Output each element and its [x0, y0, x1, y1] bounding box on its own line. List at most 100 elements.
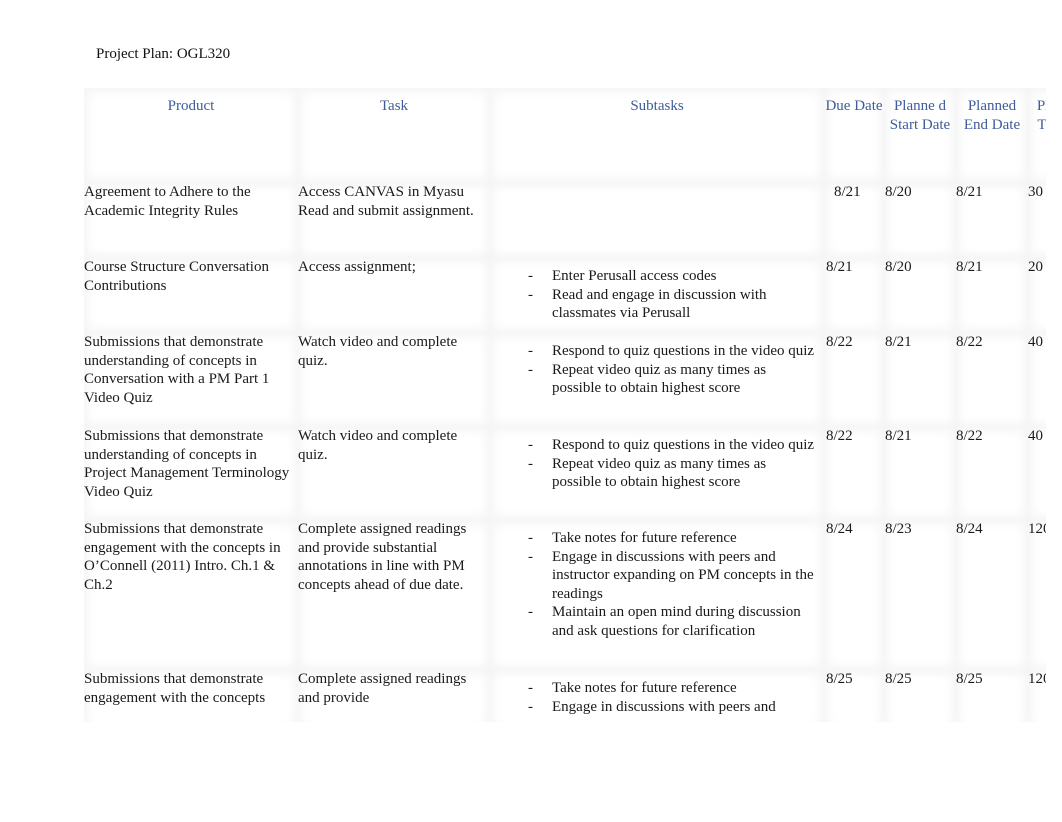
task-line: Read and submit assignment. [298, 202, 474, 219]
dash-bullet-icon: - [528, 455, 533, 472]
product-cell: Agreement to Adhere to the Academic Inte… [84, 183, 298, 258]
task-cell: Watch video and complete quiz. [298, 333, 490, 427]
subtask-list [490, 183, 824, 192]
subtask-item: - Take notes for future reference [490, 529, 818, 548]
product-cell: Submissions that demonstrate understandi… [84, 333, 298, 427]
task-cell: Complete assigned readings and provide s… [298, 520, 490, 670]
subtask-text: Engage in discussions with peers and [552, 698, 776, 715]
header-row: Product Task Subtasks Due Date Planne d … [84, 88, 1046, 183]
header-planned-end-date: Planned End Date [956, 88, 1028, 183]
subtask-text: Take notes for future reference [552, 530, 737, 546]
due-date-cell: 8/25 [824, 670, 884, 722]
planned-time-cell: 120 [1028, 520, 1046, 670]
subtasks-cell: - Take notes for future reference - Engage … [490, 670, 824, 722]
project-plan-table-viewport: Product Task Subtasks Due Date Planne d … [84, 88, 1046, 722]
subtask-item: - Read and engage in discussion with clas… [490, 286, 818, 323]
dash-bullet-icon: - [528, 698, 533, 715]
subtasks-cell [490, 183, 824, 258]
task-line: Complete assigned readings and provide s… [298, 521, 467, 593]
dash-bullet-icon: - [528, 604, 533, 620]
dash-bullet-icon: - [528, 437, 533, 453]
subtask-list: - Respond to quiz questions in the video … [490, 427, 824, 492]
planned-start-cell: 8/25 [884, 670, 956, 722]
dash-bullet-icon: - [528, 548, 533, 565]
subtask-text: Take notes for future reference [552, 680, 737, 696]
dash-bullet-icon: - [528, 361, 533, 378]
subtask-item: - Take notes for future reference [490, 679, 818, 698]
subtask-text: Repeat video quiz as many times as possi… [552, 455, 767, 491]
subtask-text: Read and engage in discussion with class… [552, 286, 767, 322]
dash-bullet-icon: - [528, 268, 533, 284]
due-date-cell: 8/21 [824, 258, 884, 333]
header-product: Product [84, 88, 298, 183]
subtasks-cell: - Respond to quiz questions in the video … [490, 427, 824, 520]
planned-end-cell: 8/24 [956, 520, 1028, 670]
task-line: Watch video and complete quiz. [298, 428, 458, 463]
product-cell: Course Structure Conversation Contributi… [84, 258, 298, 333]
due-date-cell: 8/21 [824, 183, 884, 258]
task-line: Access assignment; [298, 259, 416, 275]
subtask-item: - Engage in discussions with peers and in… [490, 548, 818, 604]
subtask-item: - Repeat video quiz as many times as poss… [490, 361, 818, 398]
subtask-item: - Maintain an open mind during discussion… [490, 603, 818, 640]
due-date-cell: 8/22 [824, 333, 884, 427]
subtask-list: - Enter Perusall access codes - Read and en… [490, 258, 824, 323]
planned-time-cell: 30 [1028, 183, 1046, 258]
table-row: Submissions that demonstrate engagement … [84, 670, 1046, 722]
planned-start-cell: 8/20 [884, 258, 956, 333]
task-cell: Access CANVAS in Myasu Read and submit as… [298, 183, 490, 258]
task-line: Access CANVAS in Myasu [298, 184, 464, 200]
dash-bullet-icon: - [528, 680, 533, 696]
header-task: Task [298, 88, 490, 183]
planned-time-cell: 120 [1028, 670, 1046, 722]
subtasks-cell: - Take notes for future reference - Engage … [490, 520, 824, 670]
task-line: Watch video and complete quiz. [298, 334, 458, 369]
task-cell: Access assignment; [298, 258, 490, 333]
planned-end-cell: 8/22 [956, 427, 1028, 520]
header-planned-time: Planned Time In (m [1028, 88, 1046, 183]
planned-end-cell: 8/21 [956, 258, 1028, 333]
subtask-item: - Respond to quiz questions in the video … [490, 342, 818, 361]
planned-start-cell: 8/20 [884, 183, 956, 258]
subtasks-cell: - Enter Perusall access codes - Read and en… [490, 258, 824, 333]
page-title: Project Plan: OGL320 [96, 46, 231, 62]
subtask-text: Respond to quiz questions in the video q… [552, 343, 815, 359]
task-cell: Watch video and complete quiz. [298, 427, 490, 520]
subtask-text: Respond to quiz questions in the video q… [552, 437, 815, 453]
product-cell: Submissions that demonstrate engagement … [84, 670, 298, 722]
planned-time-cell: 20 [1028, 258, 1046, 333]
header-planned-start-date: Planne d Start Date [884, 88, 956, 183]
planned-end-cell: 8/21 [956, 183, 1028, 258]
subtask-text: Engage in discussions with peers and ins… [552, 548, 814, 602]
table-row: Submissions that demonstrate understandi… [84, 427, 1046, 520]
subtask-item: - Enter Perusall access codes [490, 267, 818, 286]
subtask-item: - Engage in discussions with peers and [490, 698, 818, 717]
due-date-cell: 8/24 [824, 520, 884, 670]
product-cell: Submissions that demonstrate engagement … [84, 520, 298, 670]
subtask-list: - Take notes for future reference - Engage … [490, 520, 824, 640]
subtask-text: Enter Perusall access codes [552, 268, 717, 284]
product-cell: Submissions that demonstrate understandi… [84, 427, 298, 520]
planned-start-cell: 8/21 [884, 427, 956, 520]
subtask-list: - Take notes for future reference - Engage … [490, 670, 824, 716]
subtask-item: - Repeat video quiz as many times as poss… [490, 455, 818, 492]
subtask-list: - Respond to quiz questions in the video … [490, 333, 824, 398]
table-row: Agreement to Adhere to the Academic Inte… [84, 183, 1046, 258]
table-row: Submissions that demonstrate engagement … [84, 520, 1046, 670]
dash-bullet-icon: - [528, 343, 533, 359]
task-line: Complete assigned readings and provide [298, 671, 467, 706]
project-plan-table: Product Task Subtasks Due Date Planne d … [84, 88, 1046, 722]
due-date-cell: 8/22 [824, 427, 884, 520]
dash-bullet-icon: - [528, 530, 533, 546]
planned-end-cell: 8/22 [956, 333, 1028, 427]
table-row: Course Structure Conversation Contributi… [84, 258, 1046, 333]
header-due-date: Due Date [824, 88, 884, 183]
table-row: Submissions that demonstrate understandi… [84, 333, 1046, 427]
subtask-item: - Respond to quiz questions in the video … [490, 436, 818, 455]
subtask-text: Repeat video quiz as many times as possi… [552, 361, 767, 397]
dash-bullet-icon: - [528, 286, 533, 303]
planned-time-cell: 40 [1028, 427, 1046, 520]
task-cell: Complete assigned readings and provide [298, 670, 490, 722]
header-subtasks: Subtasks [490, 88, 824, 183]
subtasks-cell: - Respond to quiz questions in the video … [490, 333, 824, 427]
